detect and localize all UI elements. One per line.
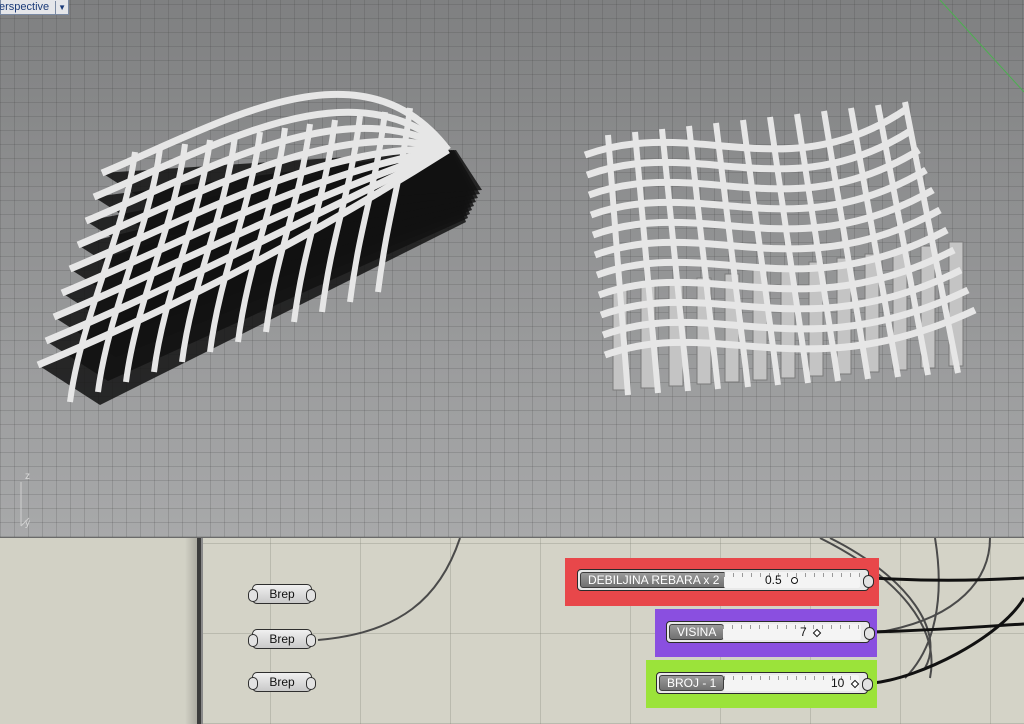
slider-value: 0.5 <box>765 573 782 587</box>
wire-slider-1 <box>872 576 1024 582</box>
slider-group-visina[interactable]: VISINA 7 <box>655 609 877 657</box>
slider-knob[interactable] <box>791 577 798 584</box>
chevron-down-icon[interactable]: ▼ <box>55 0 68 14</box>
brep-label: Brep <box>269 632 295 646</box>
slider-track[interactable] <box>723 624 861 640</box>
slider-name: BROJ - 1 <box>659 675 725 691</box>
waffle-structure-right[interactable] <box>583 101 977 396</box>
slider-debljina[interactable]: DEBILJINA REBARA x 2 0.5 <box>577 569 874 591</box>
slider-broj[interactable]: BROJ - 1 10 <box>656 672 873 694</box>
green-axis-line <box>939 0 1024 93</box>
brep-component[interactable]: Brep <box>248 584 316 604</box>
slider-name: DEBILJINA REBARA x 2 <box>580 572 728 588</box>
slider-group-debljina[interactable]: DEBILJINA REBARA x 2 0.5 <box>565 558 879 606</box>
slider-name: VISINA <box>669 624 725 640</box>
output-port[interactable] <box>863 575 874 588</box>
viewport-name[interactable]: erspective <box>0 1 55 13</box>
output-port[interactable] <box>862 678 873 691</box>
brep-component[interactable]: Brep <box>248 672 316 692</box>
brep-label: Brep <box>269 675 295 689</box>
viewport-title-tab[interactable]: erspective ▼ <box>0 0 70 15</box>
output-port[interactable] <box>864 627 875 640</box>
brep-label: Brep <box>269 587 295 601</box>
slider-group-broj[interactable]: BROJ - 1 10 <box>646 660 877 708</box>
wire <box>904 538 940 679</box>
wire-brep-2 <box>317 538 461 641</box>
axis-gizmo-icon <box>20 482 30 527</box>
slider-visina[interactable]: VISINA 7 <box>666 621 875 643</box>
waffle-structure-left[interactable] <box>36 91 482 405</box>
slider-value: 10 <box>831 676 845 690</box>
wire-slider-3 <box>872 597 1024 685</box>
grasshopper-canvas[interactable]: Brep Brep Brep DEBILJINA REBARA x 2 0.5 … <box>0 537 1024 724</box>
viewport-canvas[interactable] <box>0 0 1024 537</box>
rhino-perspective-viewport[interactable]: erspective ▼ z y <box>0 0 1024 537</box>
brep-component[interactable]: Brep <box>248 629 316 649</box>
slider-value: 7 <box>800 625 807 639</box>
